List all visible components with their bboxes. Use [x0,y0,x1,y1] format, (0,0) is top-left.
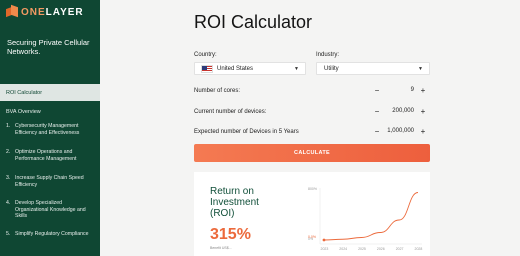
roi-benefit-subtext: Benefit US$... [210,246,232,250]
sidebar-item-number: 4. [6,200,11,206]
x-tick-label: 2025 [358,247,366,251]
roi-start-point [322,238,326,242]
industry-select[interactable]: Utility ▼ [316,62,430,75]
sidebar-item-label: Optimize Operations and Performance Mana… [15,149,77,162]
tagline: Securing Private Cellular Networks. [7,38,90,56]
sidebar-item-label: Increase Supply Chain Speed Efficiency [15,175,84,188]
cores-increment-button[interactable]: + [418,86,428,95]
sidebar-item-knowledge[interactable]: 4. Develop Specialized Organizational Kn… [0,200,100,231]
expected-devices-stepper: − 1,000,000 + [372,127,428,137]
chevron-down-icon: ▼ [294,66,299,72]
us-flag-icon [201,64,213,73]
chevron-down-icon: ▼ [418,66,423,72]
page-title: ROI Calculator [194,12,313,32]
sidebar: ONELAYER Securing Private Cellular Netwo… [0,0,100,256]
sidebar-item-number: 1. [6,123,11,129]
x-tick-label: 2024 [339,247,347,251]
expected-devices-value[interactable]: 1,000,000 [387,128,414,134]
x-tick-label: 2027 [396,247,404,251]
x-tick-label: 2023 [321,247,329,251]
devices-decrement-button[interactable]: − [372,107,382,116]
cores-label: Number of cores: [194,88,241,94]
expected-devices-increment-button[interactable]: + [418,127,428,136]
roi-value: 315% [210,226,251,243]
country-select-value: United States [217,65,254,72]
country-label: Country: [194,52,217,58]
devices-stepper: − 200,000 + [372,107,428,117]
sidebar-item-supply-chain[interactable]: 3. Increase Supply Chain Speed Efficienc… [0,175,100,200]
logo-cube-icon [6,4,18,18]
sidebar-item-label: Cybersecurity Management Efficiency and … [15,123,80,136]
roi-title: Return on Investment (ROI) [210,186,259,219]
roi-series-line [323,192,419,241]
logo-text: ONELAYER [21,7,84,18]
main-content: ROI Calculator Country: United States ▼ … [100,0,520,256]
sidebar-item-roi-calculator[interactable]: ROI Calculator [0,84,100,101]
sidebar-item-number: 2. [6,149,11,155]
sidebar-item-cybersecurity[interactable]: 1. Cybersecurity Management Efficiency a… [0,123,100,149]
calculate-button[interactable]: CALCULATE [194,144,430,162]
devices-increment-button[interactable]: + [418,107,428,116]
cores-decrement-button[interactable]: − [372,86,382,95]
cores-stepper: − 9 + [372,86,428,96]
sidebar-item-compliance[interactable]: 5. Simplify Regulatory Compliance [0,231,100,247]
roi-chart: 800% 0% 0.0% 2023 2024 2025 2026 2027 2028 [308,187,423,251]
expected-devices-decrement-button[interactable]: − [372,127,382,136]
y-tick-label-top: 800% [308,187,317,191]
onelayer-logo[interactable]: ONELAYER [6,4,84,18]
expected-devices-label: Expected number of Devices in 5 Years [194,129,299,135]
devices-label: Current number of devices: [194,109,267,115]
sidebar-nav: ROI Calculator BVA Overview 1. Cybersecu… [0,84,100,247]
cores-value[interactable]: 9 [411,87,414,93]
sidebar-item-label: Simplify Regulatory Compliance [15,231,89,237]
sidebar-item-number: 5. [6,231,11,237]
sidebar-item-number: 3. [6,175,11,181]
sidebar-item-label: Develop Specialized Organizational Knowl… [15,200,86,219]
x-ticks: 2023 2024 2025 2026 2027 2028 [321,247,423,251]
x-tick-label: 2028 [415,247,423,251]
roi-start-label: 0.0% [308,235,316,239]
sidebar-item-operations[interactable]: 2. Optimize Operations and Performance M… [0,149,100,175]
logo-text-layer: LAYER [45,6,84,18]
sidebar-item-bva-overview[interactable]: BVA Overview [0,101,100,123]
industry-label: Industry: [316,52,340,58]
industry-select-value: Utility [324,65,339,72]
devices-value[interactable]: 200,000 [392,108,414,114]
logo-text-one: ONE [21,6,46,18]
x-tick-label: 2026 [377,247,385,251]
country-select[interactable]: United States ▼ [194,62,306,75]
roi-result-card: Return on Investment (ROI) 315% Benefit … [194,172,430,256]
